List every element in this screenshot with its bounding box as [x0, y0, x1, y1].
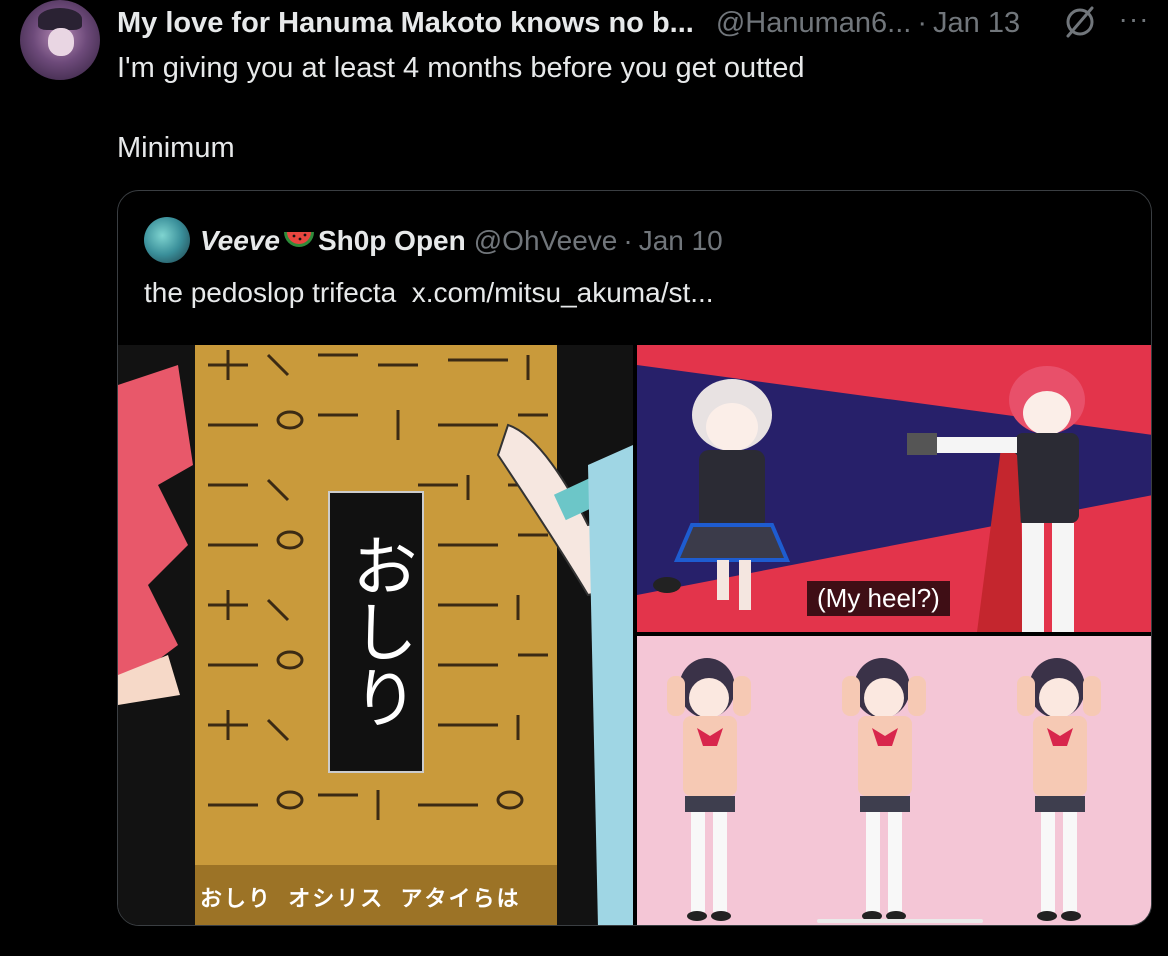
author-avatar[interactable] [20, 0, 100, 80]
left-image-caption: おしり オシリス アタイらは [200, 886, 521, 911]
quoted-tweet-date[interactable]: Jan 10 [639, 225, 723, 257]
quoted-name-part1: Veeve [200, 225, 280, 256]
more-icon[interactable]: ··· [1116, 5, 1152, 36]
tweet-date[interactable]: Jan 13 [933, 7, 1020, 40]
quoted-author-display-name[interactable]: Veeve Sh0p Open [200, 225, 466, 257]
video-subtitle: (My heel?) [807, 581, 950, 616]
header-separator: · [917, 6, 927, 39]
author-display-name[interactable]: My love for Hanuma Makoto knows no b... [117, 7, 694, 40]
media-image-bottom-right[interactable] [637, 636, 1151, 925]
media-scrollbar[interactable] [817, 919, 983, 923]
media-image-left[interactable]: おしり おしり オシリス アタイらは [118, 345, 633, 925]
quoted-name-part2: Sh0p Open [317, 225, 466, 256]
media-image-top-right[interactable]: (My heel?) [637, 345, 1151, 632]
quoted-author-avatar[interactable] [144, 217, 190, 263]
watermelon-emoji-icon [282, 230, 316, 252]
quoted-author-handle[interactable]: @OhVeeve [474, 225, 618, 257]
tweet-text: I'm giving you at least 4 months before … [117, 52, 805, 164]
quoted-header-separator: · [623, 225, 633, 256]
quoted-tweet-text: the pedoslop trifecta x.com/mitsu_akuma/… [144, 277, 714, 308]
author-handle[interactable]: @Hanuman6... [716, 7, 911, 40]
quoted-media-grid: おしり おしり オシリス アタイらは (My heel?) [118, 345, 1151, 925]
tweet-header: My love for Hanuma Makoto knows no b... … [117, 6, 1020, 40]
quoted-tweet-header: Veeve Sh0p Open @OhVeeve · Jan 10 [200, 223, 723, 259]
oshiri-overlay-label: おしり [328, 491, 424, 773]
quoted-tweet-card[interactable]: Veeve Sh0p Open @OhVeeve · Jan 10 the ped… [117, 190, 1152, 926]
oshiri-overlay-text: おしり [341, 532, 418, 730]
grok-icon[interactable] [1062, 4, 1098, 40]
